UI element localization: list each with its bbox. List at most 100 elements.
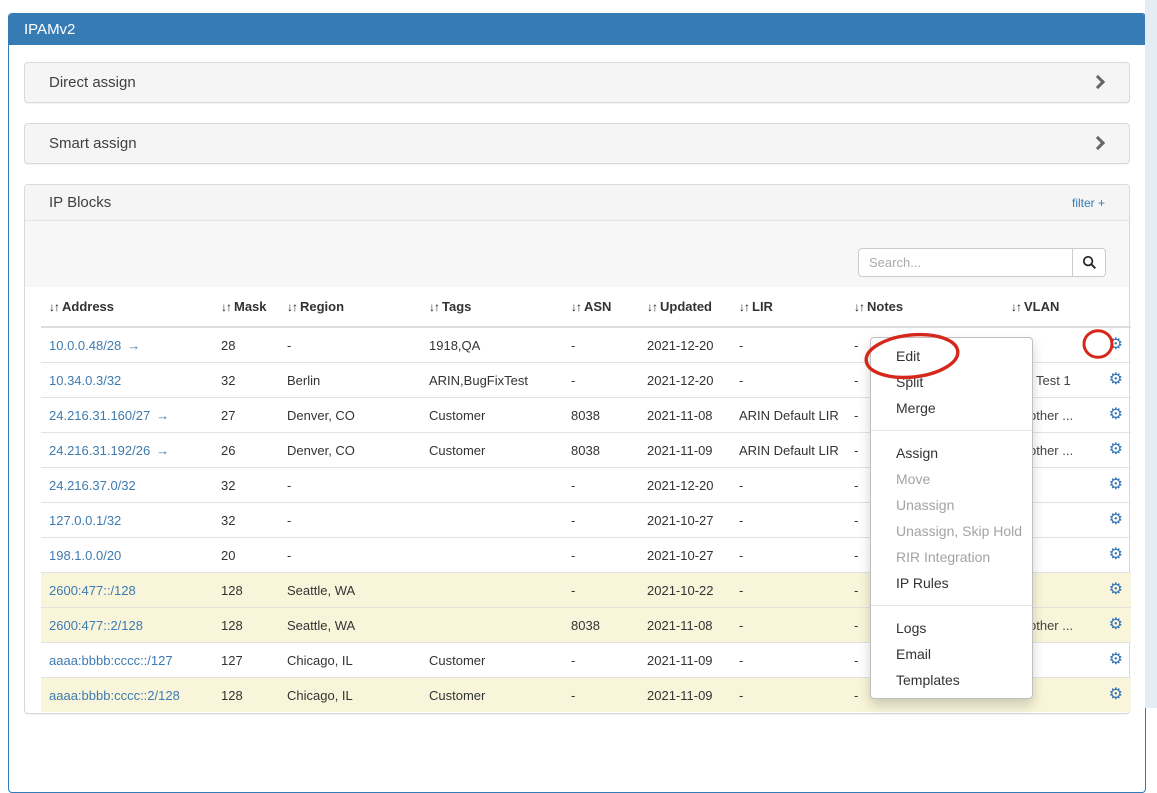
lir-cell: - bbox=[731, 643, 846, 678]
mask-cell: 32 bbox=[213, 363, 279, 398]
mask-cell: 28 bbox=[213, 327, 279, 363]
sort-arrows-icon: ↓↑ bbox=[647, 300, 657, 314]
address-cell: 24.216.37.0/32 bbox=[41, 468, 213, 503]
column-header-updated[interactable]: ↓↑Updated bbox=[639, 287, 731, 327]
assigned-arrow-icon: → bbox=[156, 408, 169, 423]
row-actions-gear-button[interactable]: ⚙ bbox=[1109, 337, 1123, 353]
ip-blocks-title: IP Blocks bbox=[49, 194, 111, 211]
assigned-arrow-icon: → bbox=[156, 443, 169, 458]
row-actions-gear-button[interactable]: ⚙ bbox=[1109, 512, 1123, 528]
lir-cell: - bbox=[731, 678, 846, 713]
tags-cell bbox=[421, 608, 563, 643]
asn-cell: - bbox=[563, 327, 639, 363]
region-cell: - bbox=[279, 538, 421, 573]
context-menu-item-unassign-skip-hold: Unassign, Skip Hold bbox=[871, 518, 1032, 544]
lir-cell: - bbox=[731, 503, 846, 538]
column-header-region[interactable]: ↓↑Region bbox=[279, 287, 421, 327]
actions-cell: ⚙ bbox=[1081, 538, 1131, 573]
address-cell: 24.216.31.192/26 → bbox=[41, 433, 213, 468]
smart-assign-panel-header[interactable]: Smart assign bbox=[24, 123, 1130, 164]
updated-cell: 2021-11-08 bbox=[639, 608, 731, 643]
row-actions-gear-button[interactable]: ⚙ bbox=[1109, 617, 1123, 633]
search-icon bbox=[1082, 255, 1097, 270]
row-actions-gear-button[interactable]: ⚙ bbox=[1109, 652, 1123, 668]
row-actions-gear-button[interactable]: ⚙ bbox=[1109, 547, 1123, 563]
address-link[interactable]: aaaa:bbbb:cccc::2/128 bbox=[49, 688, 180, 703]
address-link[interactable]: 24.216.37.0/32 bbox=[49, 478, 136, 493]
column-header-mask[interactable]: ↓↑Mask bbox=[213, 287, 279, 327]
mask-cell: 26 bbox=[213, 433, 279, 468]
direct-assign-label: Direct assign bbox=[49, 74, 136, 91]
updated-cell: 2021-11-09 bbox=[639, 433, 731, 468]
region-cell: Chicago, IL bbox=[279, 678, 421, 713]
context-menu-item-logs[interactable]: Logs bbox=[871, 615, 1032, 641]
direct-assign-panel-header[interactable]: Direct assign bbox=[24, 62, 1130, 103]
chevron-right-icon bbox=[1091, 75, 1105, 89]
address-link[interactable]: aaaa:bbbb:cccc::/127 bbox=[49, 653, 173, 668]
mask-cell: 128 bbox=[213, 678, 279, 713]
actions-cell: ⚙ bbox=[1081, 398, 1131, 433]
updated-cell: 2021-11-08 bbox=[639, 398, 731, 433]
row-actions-gear-button[interactable]: ⚙ bbox=[1109, 477, 1123, 493]
actions-cell: ⚙ bbox=[1081, 643, 1131, 678]
scrollbar-track[interactable] bbox=[1145, 0, 1157, 708]
asn-cell: - bbox=[563, 503, 639, 538]
search-group bbox=[858, 248, 1106, 277]
tags-cell bbox=[421, 538, 563, 573]
row-actions-gear-button[interactable]: ⚙ bbox=[1109, 372, 1123, 388]
lir-cell: - bbox=[731, 327, 846, 363]
address-link[interactable]: 127.0.0.1/32 bbox=[49, 513, 121, 528]
context-menu-item-email[interactable]: Email bbox=[871, 641, 1032, 667]
tags-cell: Customer bbox=[421, 398, 563, 433]
context-menu-item-rir-integration: RIR Integration bbox=[871, 544, 1032, 570]
context-menu-divider bbox=[871, 430, 1032, 431]
updated-cell: 2021-12-20 bbox=[639, 327, 731, 363]
search-button[interactable] bbox=[1072, 248, 1106, 277]
actions-cell: ⚙ bbox=[1081, 678, 1131, 713]
filter-toggle-link[interactable]: filter + bbox=[1072, 196, 1105, 210]
asn-cell: - bbox=[563, 363, 639, 398]
address-cell: 2600:477::2/128 bbox=[41, 608, 213, 643]
tags-cell: Customer bbox=[421, 433, 563, 468]
address-link[interactable]: 10.0.0.48/28 bbox=[49, 338, 121, 353]
updated-cell: 2021-12-20 bbox=[639, 363, 731, 398]
address-link[interactable]: 2600:477::2/128 bbox=[49, 618, 143, 633]
column-header-lir[interactable]: ↓↑LIR bbox=[731, 287, 846, 327]
updated-cell: 2021-11-09 bbox=[639, 678, 731, 713]
address-link[interactable]: 24.216.31.192/26 bbox=[49, 443, 150, 458]
mask-cell: 128 bbox=[213, 573, 279, 608]
column-header-actions bbox=[1081, 287, 1131, 327]
address-link[interactable]: 2600:477::/128 bbox=[49, 583, 136, 598]
column-header-asn[interactable]: ↓↑ASN bbox=[563, 287, 639, 327]
row-actions-gear-button[interactable]: ⚙ bbox=[1109, 407, 1123, 423]
column-header-notes[interactable]: ↓↑Notes bbox=[846, 287, 1003, 327]
address-cell: 10.34.0.3/32 bbox=[41, 363, 213, 398]
row-actions-gear-button[interactable]: ⚙ bbox=[1109, 442, 1123, 458]
context-menu-item-assign[interactable]: Assign bbox=[871, 440, 1032, 466]
address-link[interactable]: 24.216.31.160/27 bbox=[49, 408, 150, 423]
context-menu-item-ip-rules[interactable]: IP Rules bbox=[871, 570, 1032, 596]
context-menu-item-merge[interactable]: Merge bbox=[871, 395, 1032, 421]
row-actions-gear-button[interactable]: ⚙ bbox=[1109, 582, 1123, 598]
actions-cell: ⚙ bbox=[1081, 468, 1131, 503]
column-header-address[interactable]: ↓↑Address bbox=[41, 287, 213, 327]
actions-cell: ⚙ bbox=[1081, 327, 1131, 363]
address-cell: aaaa:bbbb:cccc::2/128 bbox=[41, 678, 213, 713]
region-cell: Seattle, WA bbox=[279, 608, 421, 643]
context-menu-item-edit[interactable]: Edit bbox=[871, 343, 1032, 369]
context-menu-item-templates[interactable]: Templates bbox=[871, 667, 1032, 693]
column-header-tags[interactable]: ↓↑Tags bbox=[421, 287, 563, 327]
search-input[interactable] bbox=[858, 248, 1072, 277]
context-menu-item-split[interactable]: Split bbox=[871, 369, 1032, 395]
asn-cell: - bbox=[563, 468, 639, 503]
column-header-vlan[interactable]: ↓↑VLAN bbox=[1003, 287, 1081, 327]
lir-cell: - bbox=[731, 363, 846, 398]
address-link[interactable]: 198.1.0.0/20 bbox=[49, 548, 121, 563]
lir-cell: - bbox=[731, 608, 846, 643]
address-link[interactable]: 10.34.0.3/32 bbox=[49, 373, 121, 388]
actions-cell: ⚙ bbox=[1081, 573, 1131, 608]
mask-cell: 20 bbox=[213, 538, 279, 573]
mask-cell: 27 bbox=[213, 398, 279, 433]
tags-cell: ARIN,BugFixTest bbox=[421, 363, 563, 398]
row-actions-gear-button[interactable]: ⚙ bbox=[1109, 687, 1123, 703]
